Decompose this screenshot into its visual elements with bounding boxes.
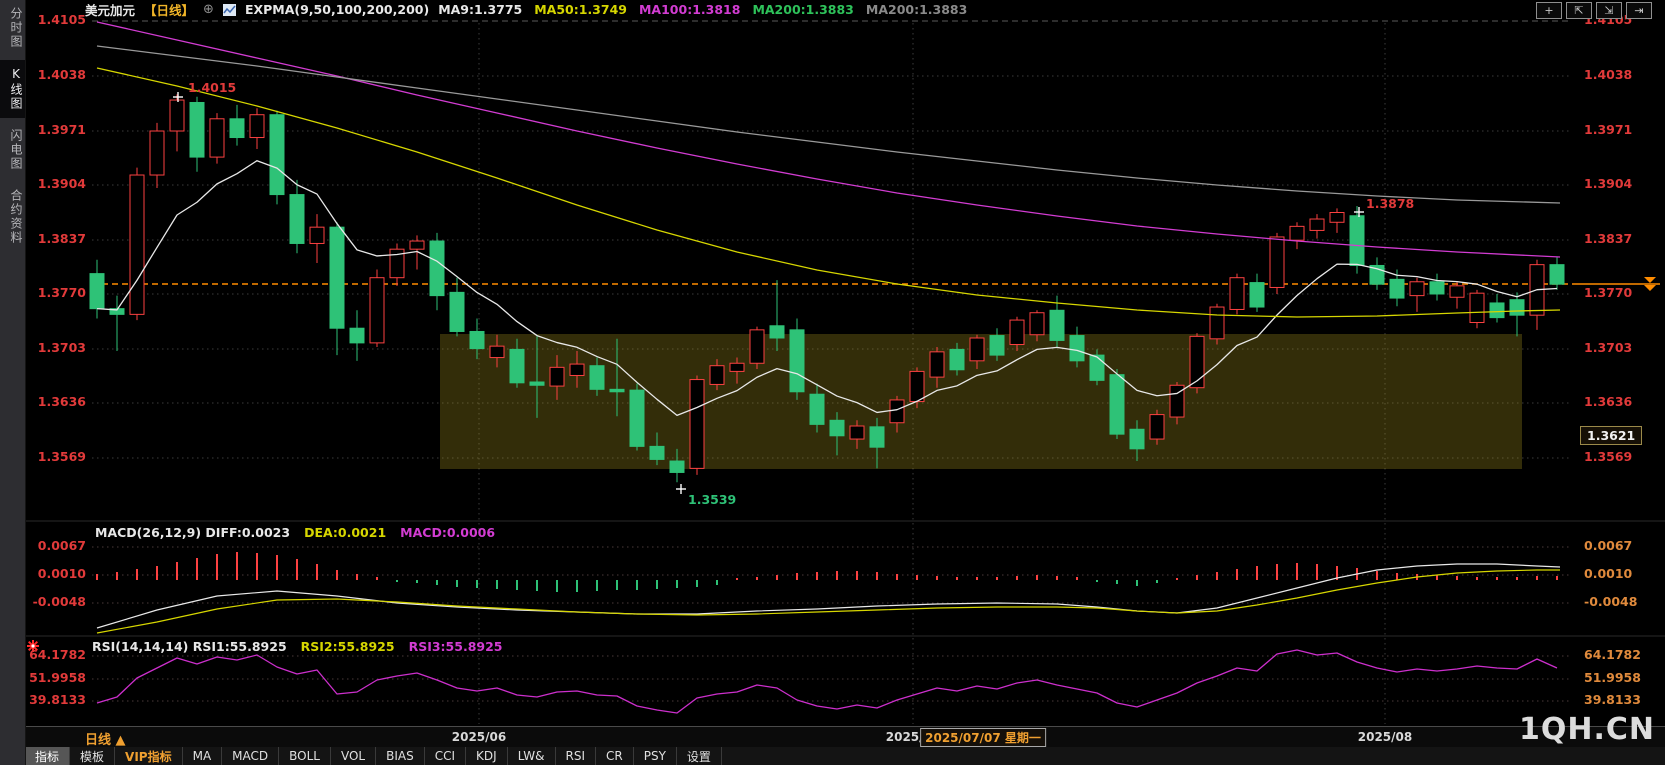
- tab-settings[interactable]: 设置: [677, 747, 722, 765]
- date-highlight-label: 2025/07/07 星期一: [920, 728, 1046, 747]
- ma-value: MA100:1.3818: [639, 2, 740, 17]
- rsi-header: RSI(14,14,14) RSI1:55.8925 RSI2:55.8925 …: [92, 639, 503, 654]
- ma-values: MA9:1.3775 MA50:1.3749 MA100:1.3818 MA200:1…: [438, 2, 967, 17]
- tab-template[interactable]: 模板: [70, 747, 115, 765]
- macd-header: MACD(26,12,9) DIFF:0.0023 DEA:0.0021 MAC…: [95, 525, 495, 540]
- date-label: 2025/06: [452, 730, 506, 744]
- tab-kdj[interactable]: KDJ: [466, 747, 508, 765]
- app: { "header": { "symbol": "美元加元", "period"…: [0, 0, 1665, 765]
- tab-cci[interactable]: CCI: [425, 747, 466, 765]
- zoom-axis-right-icon[interactable]: ⇲: [1596, 2, 1622, 19]
- tab-lw[interactable]: LW&: [508, 747, 556, 765]
- sidebar-item-contract-info[interactable]: 合约资料: [0, 182, 25, 252]
- ma-value: MA9:1.3775: [438, 2, 522, 17]
- tab-vol[interactable]: VOL: [331, 747, 376, 765]
- rsi3-label: RSI3:55.8925: [409, 639, 503, 654]
- tab-bias[interactable]: BIAS: [376, 747, 425, 765]
- tab-vip[interactable]: VIP指标: [115, 747, 183, 765]
- tab-macd[interactable]: MACD: [222, 747, 279, 765]
- ma-value: MA50:1.3749: [534, 2, 627, 17]
- sidebar-item-lightning[interactable]: 闪电图: [0, 122, 25, 178]
- pan-crosshair-icon[interactable]: +: [1536, 2, 1562, 19]
- tab-cr[interactable]: CR: [596, 747, 634, 765]
- shift-right-icon[interactable]: ⇥: [1626, 2, 1652, 19]
- add-indicator-icon[interactable]: ⊕: [203, 2, 214, 17]
- macd-value-label: MACD:0.0006: [400, 525, 495, 540]
- watermark: 1QH.CN: [1519, 712, 1655, 747]
- period-dropdown[interactable]: 日线 ▲: [85, 729, 126, 748]
- period-badge: 【日线】: [144, 0, 194, 19]
- price-marker-box: 1.3621: [1580, 426, 1642, 445]
- date-axis-row: 日线 ▲ 2025/062025/072025/07/07 星期一2025/08: [25, 726, 1665, 748]
- chart-header: 美元加元 【日线】 ⊕ EXPMA(9,50,100,200,200) MA9:…: [85, 1, 967, 18]
- tab-indicator[interactable]: 指标: [25, 747, 70, 765]
- symbol-title: 美元加元: [85, 0, 135, 19]
- rsi2-label: RSI2:55.8925: [301, 639, 395, 654]
- indicator-label: EXPMA(9,50,100,200,200): [245, 2, 429, 17]
- sidebar-item-timeshare[interactable]: 分时图: [0, 0, 25, 56]
- tab-boll[interactable]: BOLL: [279, 747, 331, 765]
- zoom-axis-left-icon[interactable]: ⇱: [1566, 2, 1592, 19]
- date-label: 2025/08: [1358, 730, 1412, 744]
- indicator-toolbar: 指标模板VIP指标MAMACDBOLLVOLBIASCCIKDJLW&RSICR…: [25, 747, 1665, 765]
- tab-rsi[interactable]: RSI: [556, 747, 597, 765]
- sidebar-item-kline[interactable]: K线图: [0, 60, 25, 118]
- rsi1-label: RSI(14,14,14) RSI1:55.8925: [92, 639, 287, 654]
- macd-diff-label: MACD(26,12,9) DIFF:0.0023: [95, 525, 290, 540]
- macd-dea-label: DEA:0.0021: [304, 525, 386, 540]
- tab-psy[interactable]: PSY: [634, 747, 677, 765]
- sidebar: 分时图 K线图闪电图合约资料: [0, 0, 26, 765]
- tab-ma[interactable]: MA: [183, 747, 223, 765]
- ma-value: MA200:1.3883: [752, 2, 853, 17]
- dropdown-arrow-icon: ▲: [116, 733, 126, 748]
- ma-value: MA200:1.3883: [866, 2, 967, 17]
- chart-thumbnail-icon[interactable]: [223, 4, 236, 16]
